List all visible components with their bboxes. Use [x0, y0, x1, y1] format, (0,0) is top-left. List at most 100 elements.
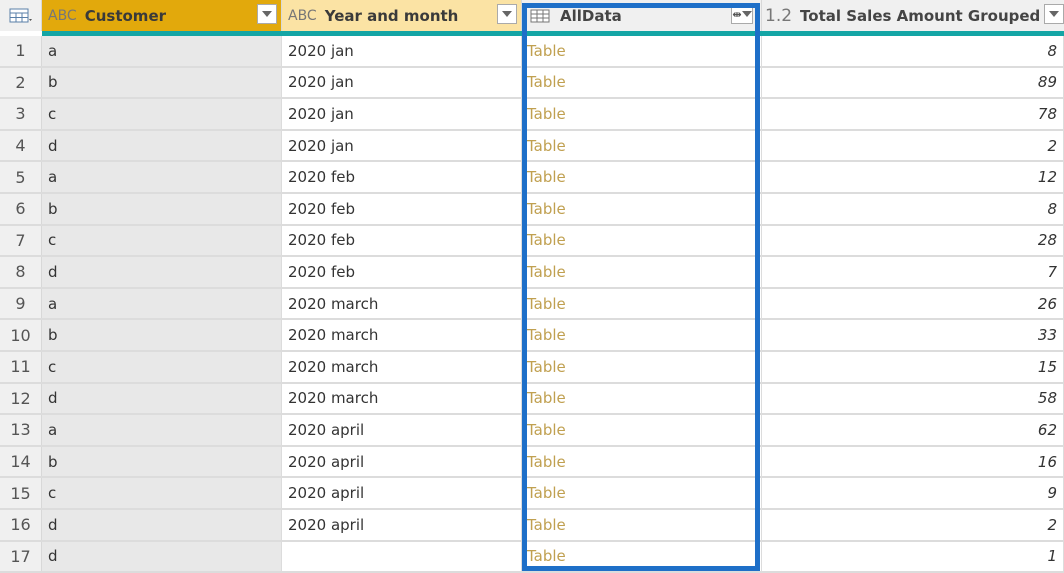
table-row[interactable]: 16 d 2020 april Table 2	[0, 510, 1064, 542]
cell-total-sales[interactable]: 58	[762, 383, 1064, 414]
table-row[interactable]: 15 c 2020 april Table 9	[0, 478, 1064, 510]
row-number[interactable]: 15	[0, 478, 42, 508]
cell-year-and-month[interactable]: 2020 april	[282, 510, 522, 540]
cell-year-and-month[interactable]: 2020 april	[282, 415, 522, 445]
cell-total-sales[interactable]: 1	[762, 541, 1064, 572]
row-number[interactable]: 8	[0, 257, 42, 287]
cell-customer[interactable]: c	[42, 478, 282, 508]
cell-total-sales[interactable]: 12	[762, 162, 1064, 192]
cell-year-and-month[interactable]: 2020 march	[282, 352, 522, 382]
cell-customer[interactable]: b	[42, 194, 282, 224]
row-number[interactable]: 14	[0, 446, 42, 477]
cell-customer[interactable]: a	[42, 36, 282, 66]
table-row[interactable]: 3 c 2020 jan Table 78	[0, 99, 1064, 131]
cell-customer[interactable]: d	[42, 383, 282, 414]
row-number[interactable]: 1	[0, 36, 42, 66]
cell-total-sales[interactable]: 2	[762, 510, 1064, 540]
cell-customer[interactable]: a	[42, 288, 282, 319]
cell-total-sales[interactable]: 2	[762, 130, 1064, 161]
cell-alldata-link[interactable]: Table	[522, 225, 762, 256]
cell-alldata-link[interactable]: Table	[522, 446, 762, 477]
row-number[interactable]: 5	[0, 162, 42, 192]
expand-column-icon[interactable]: ⇹	[731, 4, 753, 24]
table-row[interactable]: 12 d 2020 march Table 58	[0, 383, 1064, 416]
cell-total-sales[interactable]: 33	[762, 320, 1064, 350]
row-number[interactable]: 11	[0, 352, 42, 382]
table-row[interactable]: 8 d 2020 feb Table 7	[0, 257, 1064, 289]
row-number[interactable]: 2	[0, 67, 42, 98]
chevron-down-icon[interactable]	[257, 4, 277, 24]
cell-total-sales[interactable]: 8	[762, 194, 1064, 224]
cell-year-and-month[interactable]: 2020 feb	[282, 194, 522, 224]
column-header-customer[interactable]: ABC Customer	[42, 0, 282, 31]
cell-total-sales[interactable]: 89	[762, 67, 1064, 98]
cell-year-and-month[interactable]: 2020 feb	[282, 257, 522, 287]
cell-total-sales[interactable]: 9	[762, 478, 1064, 508]
cell-alldata-link[interactable]: Table	[522, 257, 762, 287]
cell-customer[interactable]: a	[42, 415, 282, 445]
cell-year-and-month[interactable]: 2020 jan	[282, 130, 522, 161]
cell-year-and-month[interactable]: 2020 jan	[282, 36, 522, 66]
cell-year-and-month[interactable]	[282, 541, 522, 572]
cell-alldata-link[interactable]: Table	[522, 130, 762, 161]
cell-alldata-link[interactable]: Table	[522, 36, 762, 66]
cell-customer[interactable]: c	[42, 99, 282, 129]
row-number[interactable]: 17	[0, 541, 42, 572]
cell-alldata-link[interactable]: Table	[522, 288, 762, 319]
cell-total-sales[interactable]: 15	[762, 352, 1064, 382]
table-row[interactable]: 11 c 2020 march Table 15	[0, 352, 1064, 384]
cell-alldata-link[interactable]: Table	[522, 352, 762, 382]
table-row[interactable]: 1 a 2020 jan Table 8	[0, 36, 1064, 68]
cell-customer[interactable]: b	[42, 320, 282, 350]
cell-alldata-link[interactable]: Table	[522, 99, 762, 129]
row-number[interactable]: 4	[0, 130, 42, 161]
cell-customer[interactable]: d	[42, 510, 282, 540]
cell-year-and-month[interactable]: 2020 april	[282, 478, 522, 508]
cell-customer[interactable]: b	[42, 446, 282, 477]
cell-year-and-month[interactable]: 2020 april	[282, 446, 522, 477]
cell-alldata-link[interactable]: Table	[522, 194, 762, 224]
cell-year-and-month[interactable]: 2020 march	[282, 383, 522, 414]
table-row[interactable]: 13 a 2020 april Table 62	[0, 415, 1064, 447]
cell-customer[interactable]: d	[42, 257, 282, 287]
column-header-total-sales[interactable]: 1.2 Total Sales Amount Grouped	[762, 0, 1064, 31]
cell-total-sales[interactable]: 78	[762, 99, 1064, 129]
cell-year-and-month[interactable]: 2020 march	[282, 288, 522, 319]
column-header-alldata[interactable]: AllData ⇹	[522, 0, 762, 31]
cell-alldata-link[interactable]: Table	[522, 415, 762, 445]
cell-total-sales[interactable]: 62	[762, 415, 1064, 445]
column-header-year-and-month[interactable]: ABC Year and month	[282, 0, 522, 31]
cell-total-sales[interactable]: 16	[762, 446, 1064, 477]
table-row[interactable]: 2 b 2020 jan Table 89	[0, 67, 1064, 100]
row-number[interactable]: 13	[0, 415, 42, 445]
cell-total-sales[interactable]: 28	[762, 225, 1064, 256]
cell-customer[interactable]: d	[42, 130, 282, 161]
cell-customer[interactable]: a	[42, 162, 282, 192]
cell-total-sales[interactable]: 7	[762, 257, 1064, 287]
cell-year-and-month[interactable]: 2020 jan	[282, 99, 522, 129]
cell-year-and-month[interactable]: 2020 jan	[282, 67, 522, 98]
row-number[interactable]: 6	[0, 194, 42, 224]
cell-customer[interactable]: c	[42, 352, 282, 382]
table-row[interactable]: 4 d 2020 jan Table 2	[0, 130, 1064, 163]
cell-customer[interactable]: d	[42, 541, 282, 572]
cell-year-and-month[interactable]: 2020 march	[282, 320, 522, 350]
row-number[interactable]: 12	[0, 383, 42, 414]
table-row[interactable]: 6 b 2020 feb Table 8	[0, 194, 1064, 226]
cell-customer[interactable]: b	[42, 67, 282, 98]
cell-year-and-month[interactable]: 2020 feb	[282, 225, 522, 256]
table-row[interactable]: 17 d Table 1	[0, 541, 1064, 573]
table-row[interactable]: 14 b 2020 april Table 16	[0, 446, 1064, 479]
cell-customer[interactable]: c	[42, 225, 282, 256]
table-row[interactable]: 9 a 2020 march Table 26	[0, 288, 1064, 321]
cell-alldata-link[interactable]: Table	[522, 478, 762, 508]
cell-total-sales[interactable]: 26	[762, 288, 1064, 319]
table-row[interactable]: 10 b 2020 march Table 33	[0, 320, 1064, 352]
row-number[interactable]: 16	[0, 510, 42, 540]
table-row[interactable]: 7 c 2020 feb Table 28	[0, 225, 1064, 258]
row-number[interactable]: 10	[0, 320, 42, 350]
table-row[interactable]: 5 a 2020 feb Table 12	[0, 162, 1064, 194]
cell-alldata-link[interactable]: Table	[522, 320, 762, 350]
cell-alldata-link[interactable]: Table	[522, 541, 762, 572]
row-number[interactable]: 9	[0, 288, 42, 319]
